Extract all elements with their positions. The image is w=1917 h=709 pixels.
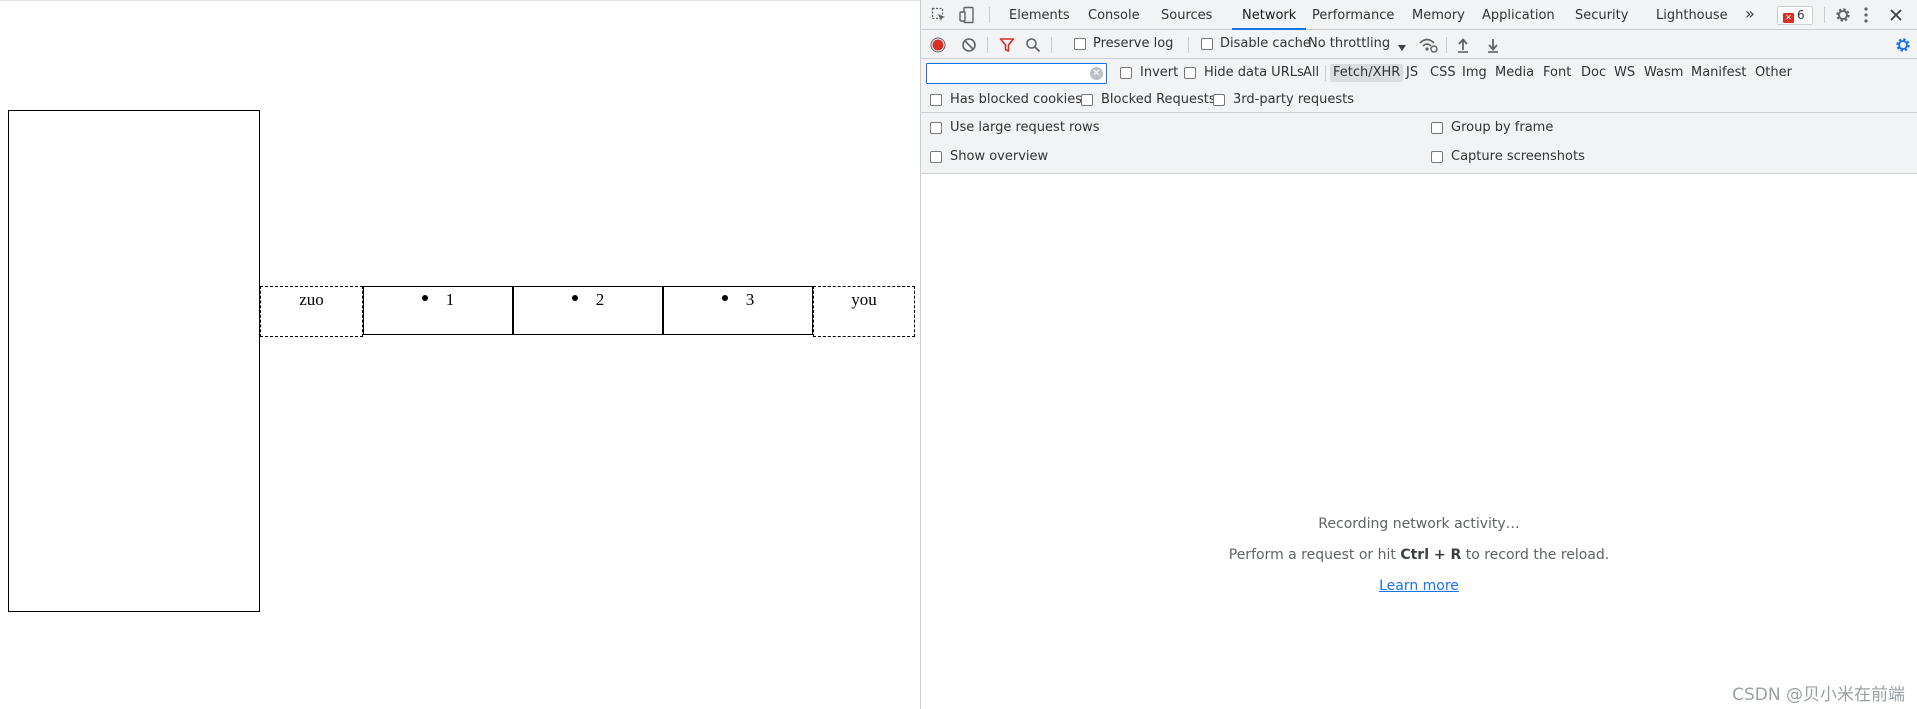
page-viewport: zuo 1 2 3 you xyxy=(0,0,920,709)
clear-filter-icon[interactable]: ✕ xyxy=(1090,67,1103,80)
tab-network[interactable]: Network xyxy=(1232,0,1307,30)
device-toolbar-icon[interactable] xyxy=(959,6,975,28)
blocked-cookies-label: Has blocked cookies xyxy=(950,92,1083,107)
cell-you: you xyxy=(813,286,915,337)
large-rows-checkbox[interactable] xyxy=(930,122,942,134)
filter-input[interactable]: ✕ xyxy=(926,63,1107,84)
close-icon[interactable] xyxy=(1889,8,1903,26)
tab-security[interactable]: Security xyxy=(1575,0,1628,30)
filter-icon[interactable] xyxy=(999,37,1015,57)
cell-label: 3 xyxy=(745,290,755,309)
preserve-log-label: Preserve log xyxy=(1093,36,1174,51)
invert-label: Invert xyxy=(1140,65,1179,80)
tab-lighthouse[interactable]: Lighthouse xyxy=(1656,0,1728,30)
filter-type-manifest[interactable]: Manifest xyxy=(1691,65,1746,81)
filter-type-media[interactable]: Media xyxy=(1495,65,1534,81)
export-har-icon[interactable] xyxy=(1486,37,1500,57)
cell-label: 1 xyxy=(445,290,455,309)
group-by-frame-label: Group by frame xyxy=(1451,120,1554,135)
error-icon: ✕ xyxy=(1783,13,1794,23)
watermark: CSDN @贝小米在前端 xyxy=(1732,685,1905,705)
devtools-tabbar: Elements Console Sources Network Perform… xyxy=(921,0,1917,30)
tall-box xyxy=(8,110,260,612)
filter-type-fetch-xhr[interactable]: Fetch/XHR xyxy=(1330,64,1404,82)
show-overview-checkbox[interactable] xyxy=(930,151,942,163)
tab-elements[interactable]: Elements xyxy=(1009,0,1070,30)
list-item: 2 xyxy=(513,286,663,335)
disable-cache-checkbox[interactable] xyxy=(1201,38,1213,50)
third-party-checkbox[interactable] xyxy=(1213,94,1225,106)
shortcut-keys: Ctrl + R xyxy=(1400,547,1462,563)
network-toolbar: Preserve log Disable cache No throttling xyxy=(921,30,1917,59)
group-by-frame-checkbox[interactable] xyxy=(1431,122,1443,134)
filter-type-doc[interactable]: Doc xyxy=(1581,65,1606,81)
more-tabs-icon[interactable]: » xyxy=(1745,0,1755,30)
bullet-icon xyxy=(421,295,428,302)
recording-status: Recording network activity… xyxy=(1318,516,1520,532)
kebab-menu-icon[interactable] xyxy=(1863,6,1869,28)
network-conditions-icon[interactable] xyxy=(1418,36,1438,58)
clear-icon[interactable] xyxy=(961,37,977,57)
gear-icon[interactable] xyxy=(1834,6,1852,28)
filter-type-img[interactable]: Img xyxy=(1462,65,1487,81)
hide-data-urls-checkbox[interactable] xyxy=(1184,67,1196,79)
tab-console[interactable]: Console xyxy=(1088,0,1140,30)
invert-checkbox[interactable] xyxy=(1120,67,1132,79)
disable-cache-label: Disable cache xyxy=(1220,36,1311,51)
hide-data-urls-label: Hide data URLs xyxy=(1204,65,1304,80)
filter-type-css[interactable]: CSS xyxy=(1430,65,1456,81)
learn-more-link[interactable]: Learn more xyxy=(1379,578,1459,594)
filter-type-ws[interactable]: WS xyxy=(1614,65,1635,81)
inspect-element-icon[interactable] xyxy=(931,7,947,27)
capture-screenshots-checkbox[interactable] xyxy=(1431,151,1443,163)
filter-type-wasm[interactable]: Wasm xyxy=(1644,65,1683,81)
reload-hint: Perform a request or hit Ctrl + R to rec… xyxy=(1228,547,1610,563)
bullet-icon xyxy=(571,295,578,302)
filter-type-font[interactable]: Font xyxy=(1543,65,1571,81)
blocked-requests-label: Blocked Requests xyxy=(1101,92,1216,107)
list-item: 1 xyxy=(363,286,513,335)
error-count-badge[interactable]: ✕ 6 xyxy=(1777,6,1813,25)
cell-label: zuo xyxy=(299,290,324,309)
cell-zuo: zuo xyxy=(260,286,363,337)
tab-performance[interactable]: Performance xyxy=(1312,0,1394,30)
filter-type-js[interactable]: JS xyxy=(1406,65,1418,81)
blocked-requests-checkbox[interactable] xyxy=(1081,94,1093,106)
tab-memory[interactable]: Memory xyxy=(1412,0,1465,30)
filter-type-all[interactable]: All xyxy=(1303,65,1319,81)
chevron-down-icon[interactable] xyxy=(1397,41,1407,56)
cell-label: you xyxy=(851,290,877,309)
network-settings-gear-icon[interactable] xyxy=(1894,36,1912,58)
search-icon[interactable] xyxy=(1025,37,1041,57)
large-rows-label: Use large request rows xyxy=(950,120,1100,135)
capture-screenshots-label: Capture screenshots xyxy=(1451,149,1585,164)
import-har-icon[interactable] xyxy=(1456,37,1470,57)
cell-label: 2 xyxy=(595,290,605,309)
bullet-icon xyxy=(721,295,728,302)
tab-sources[interactable]: Sources xyxy=(1161,0,1212,30)
tab-application[interactable]: Application xyxy=(1482,0,1555,30)
list-item: 3 xyxy=(663,286,813,335)
third-party-label: 3rd-party requests xyxy=(1233,92,1355,107)
throttling-select[interactable]: No throttling xyxy=(1308,36,1390,51)
record-icon[interactable] xyxy=(930,37,946,57)
preserve-log-checkbox[interactable] xyxy=(1074,38,1086,50)
filter-type-other[interactable]: Other xyxy=(1755,65,1792,81)
blocked-cookies-checkbox[interactable] xyxy=(930,94,942,106)
devtools-panel: Elements Console Sources Network Perform… xyxy=(920,0,1917,709)
show-overview-label: Show overview xyxy=(950,149,1049,164)
